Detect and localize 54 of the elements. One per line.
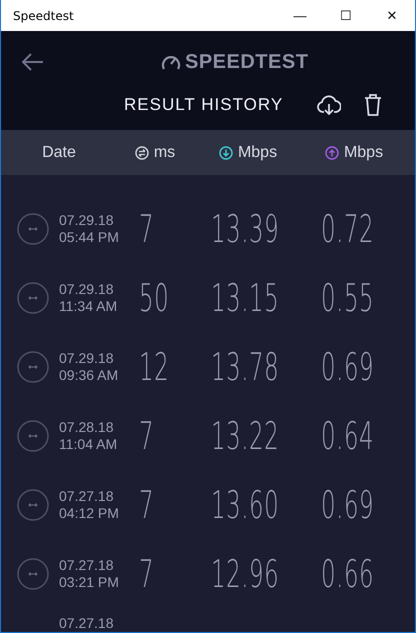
gauge-icon <box>161 53 181 71</box>
test-time: 11:34 AM <box>59 298 118 314</box>
download-value: 13.39 <box>211 206 280 250</box>
maximize-button[interactable]: ☐ <box>323 0 369 31</box>
download-value: 13.22 <box>211 414 280 458</box>
test-date: 07.29.18 <box>59 350 114 366</box>
upload-value: 0.66 <box>321 552 374 596</box>
delete-icon[interactable] <box>364 94 382 116</box>
test-date: 07.27.18 <box>59 488 114 504</box>
upload-value: 0.64 <box>321 414 374 458</box>
cloud-download-icon[interactable] <box>317 95 342 115</box>
upload-value: 0.55 <box>321 276 374 320</box>
test-date: 07.27.18 <box>59 556 114 574</box>
download-value: 13.15 <box>211 276 280 320</box>
ping-icon <box>134 146 149 160</box>
test-time: 04:12 PM <box>59 504 120 522</box>
window-title: Speedtest <box>13 8 74 22</box>
ping-value: 7 <box>139 414 154 458</box>
column-header: Date <box>42 144 76 162</box>
close-button[interactable]: ✕ <box>369 0 415 31</box>
ping-value: 12 <box>139 344 170 388</box>
test-time: 03:21 PM <box>59 574 120 590</box>
ping-value: 7 <box>139 552 154 596</box>
upload-icon <box>324 146 339 160</box>
connection-icon[interactable] <box>17 420 49 452</box>
page-title: RESULT HISTORY <box>124 95 284 115</box>
download-icon <box>218 146 233 160</box>
column-header: Mbps <box>238 144 278 162</box>
connection-icon[interactable] <box>17 558 49 590</box>
ping-value: 50 <box>139 276 170 320</box>
connection-icon[interactable] <box>17 212 49 244</box>
upload-value: 0.72 <box>321 206 374 250</box>
speedtest-logo: SPEEDTEST <box>185 50 308 74</box>
test-date: 07.27.18 <box>59 615 114 632</box>
test-date: 07.29.18 <box>59 280 114 298</box>
minimize-button[interactable]: — <box>277 0 323 31</box>
ping-value: 7 <box>139 482 154 526</box>
connection-icon[interactable] <box>17 488 49 520</box>
download-value: 13.60 <box>211 482 280 526</box>
test-time: 05:44 PM <box>59 228 120 246</box>
column-header: Mbps <box>344 144 384 162</box>
connection-icon[interactable] <box>17 282 49 314</box>
upload-value: 0.69 <box>321 482 374 526</box>
ping-value: 7 <box>139 206 154 250</box>
test-date: 07.28.18 <box>59 418 114 436</box>
back-arrow-icon[interactable] <box>22 53 44 71</box>
download-value: 13.78 <box>211 344 280 388</box>
column-header: ms <box>154 144 176 162</box>
upload-value: 0.69 <box>321 344 374 388</box>
download-value: 12.96 <box>211 552 280 596</box>
test-time: 11:04 AM <box>59 436 118 452</box>
test-time: 09:36 AM <box>59 366 120 384</box>
connection-icon[interactable] <box>17 350 49 382</box>
test-date: 07.29.18 <box>59 212 114 228</box>
